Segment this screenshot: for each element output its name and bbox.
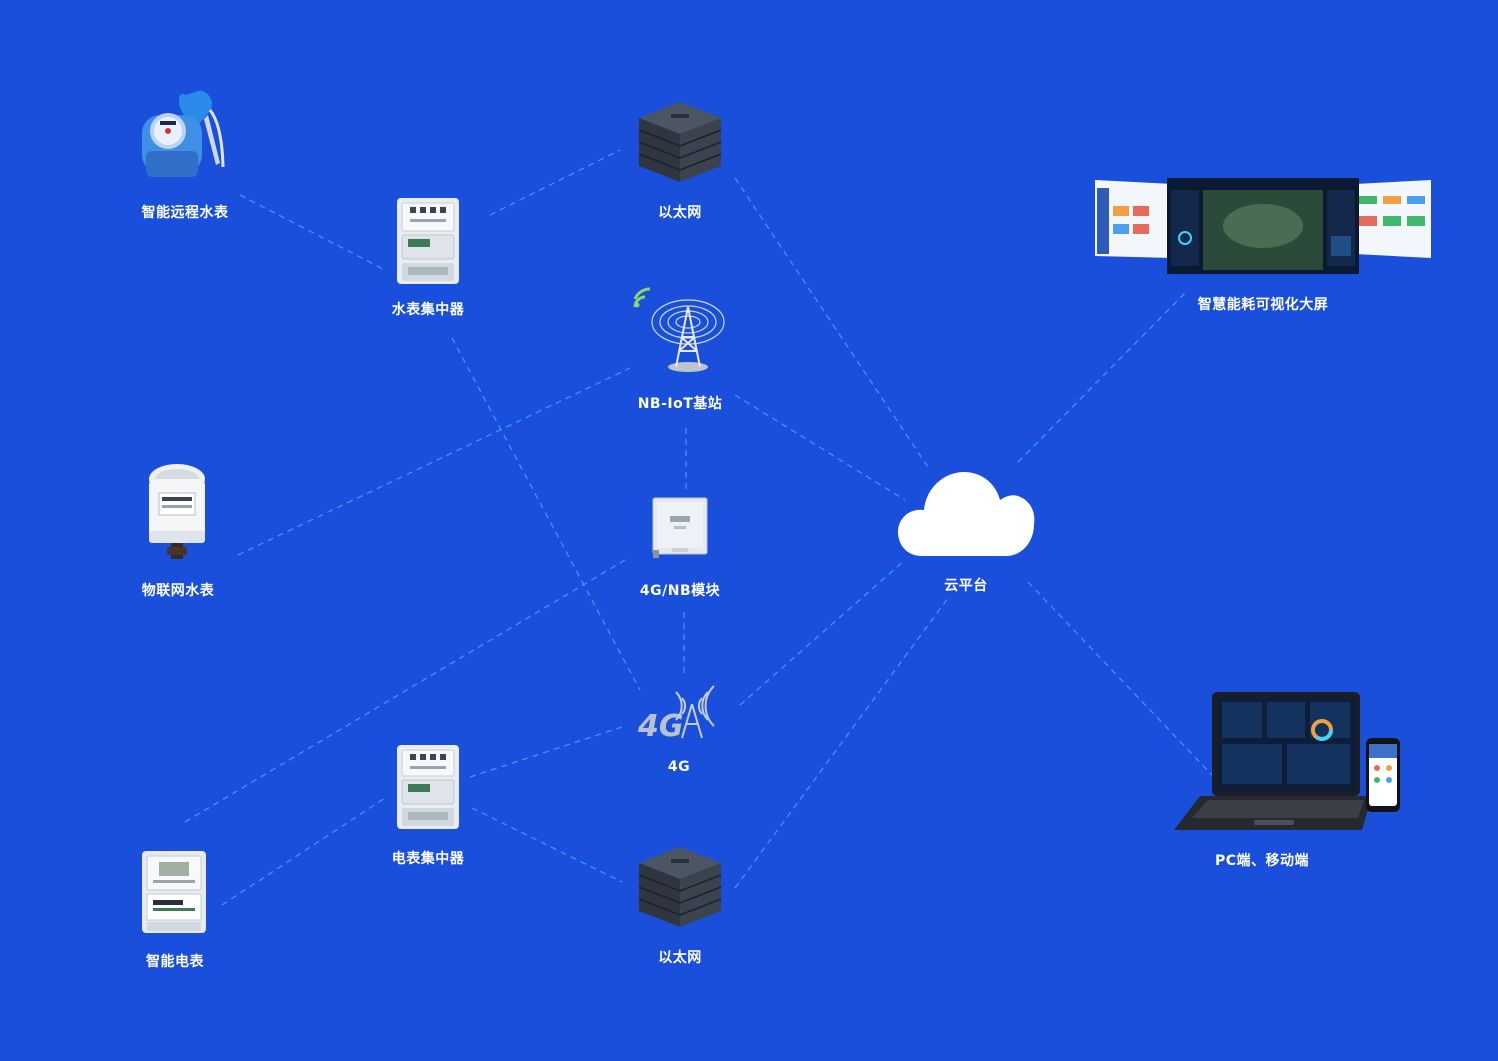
link-concentrator-to-4g	[451, 337, 641, 691]
link-power-concentrator-to-4g	[469, 726, 623, 778]
link-concentrator-to-ethernet	[489, 149, 621, 216]
node-label: 4G/NB模块	[639, 583, 721, 599]
node-label: 智能远程水表	[141, 205, 229, 221]
link-power-meter-to-concentrator	[221, 797, 386, 906]
concentrator-icon	[397, 745, 459, 829]
link-water-meter-to-concentrator	[239, 194, 386, 271]
node-label: 以太网	[658, 950, 702, 966]
server-rack-icon	[638, 102, 722, 182]
svg-text:4G: 4G	[637, 709, 684, 742]
4g-tower-icon: 4G	[637, 685, 715, 742]
concentrator-icon	[397, 198, 459, 284]
water-meter-valve-icon	[142, 90, 225, 177]
iot-water-meter-icon	[149, 464, 205, 559]
link-ethernet-to-cloud	[734, 177, 931, 471]
node-label: 云平台	[944, 578, 988, 594]
laptop-phone-icon	[1174, 692, 1400, 830]
network-topology-diagram: 智能远程水表 水表集中器 以太网 NB-IoT基站 物联网水表 4G/NB模块 …	[0, 0, 1498, 1061]
node-label: 水表集中器	[391, 302, 465, 318]
node-label: NB-IoT基站	[637, 396, 723, 412]
node-label: 以太网	[658, 205, 702, 221]
link-iot-meter-to-nbiot	[237, 367, 631, 556]
node-label: PC端、移动端	[1214, 853, 1310, 869]
link-nbiot-to-cloud	[734, 394, 906, 501]
dashboard-screens-icon	[1095, 178, 1431, 274]
node-label: 智慧能耗可视化大屏	[1197, 297, 1329, 313]
link-cloud-to-screen	[1017, 289, 1189, 463]
node-label: 物联网水表	[141, 583, 215, 599]
power-meter-icon	[142, 851, 206, 933]
link-4g-to-cloud	[739, 559, 906, 706]
cloud-icon	[898, 472, 1035, 556]
node-label: 4G	[667, 759, 691, 775]
signal-tower-icon	[633, 287, 725, 372]
server-rack-icon	[638, 847, 722, 927]
node-label: 电表集中器	[391, 851, 465, 867]
node-label: 智能电表	[146, 954, 204, 970]
link-power-concentrator-to-ethernet	[471, 807, 623, 883]
link-ethernet-bottom-to-cloud	[734, 597, 949, 889]
communication-module-icon	[652, 497, 708, 558]
